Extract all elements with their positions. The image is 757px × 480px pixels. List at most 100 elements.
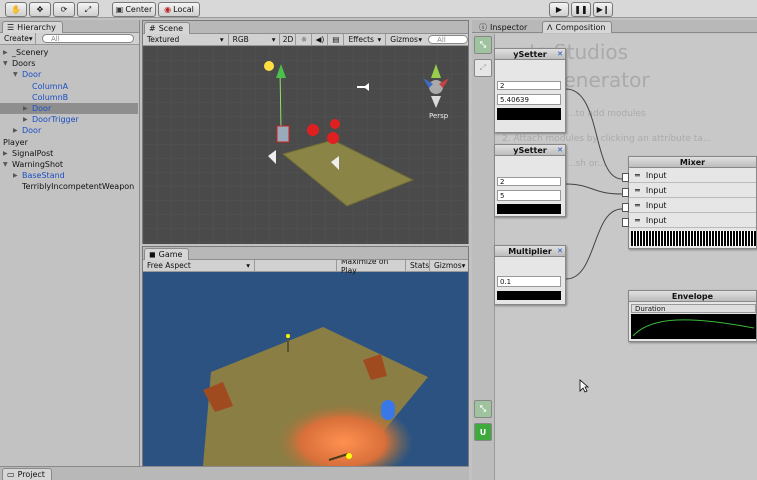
maximize-on-play-toggle[interactable]: Maximize on Play — [336, 257, 406, 275]
game-tabbar: ◼ Game — [143, 247, 468, 260]
duration-field[interactable]: Duration — [631, 304, 756, 313]
hierarchy-item[interactable]: ▶ SignalPost — [0, 148, 138, 159]
aspect-dropdown[interactable]: Free Aspect ▾ — [143, 260, 255, 271]
effects-dropdown[interactable]: Effects ▾ — [344, 34, 387, 45]
handle-icon: ═ — [635, 201, 640, 210]
hierarchy-item[interactable]: ▶ _Scenery — [0, 47, 138, 58]
setter-dropdown-1[interactable]: 2 — [497, 81, 561, 90]
tab-hierarchy[interactable]: ☰ Hierarchy — [2, 21, 63, 33]
scene-gizmos-dropdown[interactable]: Gizmos ▾ — [386, 34, 426, 45]
hierarchy-item[interactable]: Player — [0, 137, 138, 148]
stats-toggle[interactable]: Stats — [406, 260, 430, 271]
hand-tool-button[interactable]: ✋ — [5, 2, 27, 17]
pivot-local-button[interactable]: ◉ Local — [158, 2, 200, 17]
setter-value-field-1[interactable]: 5.40639 — [497, 94, 561, 105]
setter-dropdown-2[interactable]: 2 — [497, 177, 561, 186]
node-title: Mixer — [629, 157, 756, 168]
hierarchy-icon: ☰ — [7, 23, 15, 32]
mode-2d-toggle[interactable]: 2D — [280, 34, 297, 45]
setter-node-2[interactable]: ySetter ✕ 2 5 — [494, 144, 566, 217]
hierarchy-item[interactable]: ▼ WarningShot — [0, 159, 138, 170]
hierarchy-item[interactable]: ▶ Door — [0, 125, 138, 136]
mixer-socket-2[interactable] — [622, 188, 629, 197]
field-label: Duration — [635, 304, 666, 313]
node-close-icon[interactable]: ✕ — [557, 50, 563, 58]
hierarchy-item[interactable]: ▶ Door — [0, 103, 138, 114]
render-mode-dropdown[interactable]: RGB ▾ — [229, 34, 281, 45]
game-panel: ◼ Game Free Aspect ▾ Maximize on Play Stat… — [142, 246, 469, 466]
mixer-input-row[interactable]: ═ Input — [629, 199, 756, 213]
play-button[interactable]: ▶ — [549, 2, 569, 17]
mixer-socket-4[interactable] — [622, 218, 629, 227]
expand-open-icon[interactable]: ▼ — [3, 60, 12, 67]
mixer-input-row[interactable]: ═ Input — [629, 169, 756, 183]
hierarchy-item-label: Door — [22, 70, 42, 80]
waveform-preview — [497, 291, 561, 300]
game-gizmos-dropdown[interactable]: Gizmos ▾ — [430, 260, 468, 271]
hierarchy-item[interactable]: ▶ BaseStand — [0, 170, 138, 181]
audio-toggle[interactable]: ◀) — [312, 34, 329, 45]
door-gizmo — [276, 125, 290, 143]
node-close-icon[interactable]: ✕ — [557, 146, 563, 154]
magnet-button[interactable]: U — [474, 423, 492, 441]
scene-search-input[interactable]: All — [428, 35, 468, 44]
tab-scene[interactable]: # Scene — [144, 22, 191, 34]
hierarchy-search-input[interactable]: All — [42, 34, 134, 43]
expand-open-icon[interactable]: ▼ — [3, 161, 12, 168]
skybox-toggle[interactable]: ▤ — [328, 34, 345, 45]
pause-button[interactable]: ❚❚ — [571, 2, 591, 17]
node-close-icon[interactable]: ✕ — [557, 247, 563, 255]
scene-icon: # — [149, 24, 156, 33]
project-tab-label: Project — [17, 470, 45, 479]
expand-button[interactable]: ⤡ — [474, 400, 492, 418]
mixer-socket-3[interactable] — [622, 203, 629, 212]
step-button[interactable]: ▶❙ — [593, 2, 613, 17]
lighting-toggle[interactable]: ☼ — [296, 34, 313, 45]
mixer-node[interactable]: Mixer ═ Input ═ Input ═ Input ═ Input — [628, 156, 757, 249]
node-title: ySetter — [495, 145, 565, 156]
scale-tool-button[interactable]: ⤢ — [77, 2, 99, 17]
mixer-input-row[interactable]: ═ Input — [629, 214, 756, 228]
mixer-socket-1[interactable] — [622, 173, 629, 182]
tab-inspector[interactable]: ⓘ Inspector — [474, 21, 534, 33]
multiplier-node[interactable]: Multiplier ✕ 0.1 — [494, 245, 566, 305]
pivot-center-button[interactable]: ▣ Center — [112, 2, 156, 17]
hierarchy-item-label: Door — [22, 126, 42, 136]
expand-closed-icon[interactable]: ▶ — [13, 172, 22, 179]
create-dropdown[interactable]: Create ▾ — [0, 33, 36, 44]
mixer-input-row[interactable]: ═ Input — [629, 184, 756, 198]
tab-game[interactable]: ◼ Game — [144, 248, 190, 260]
hierarchy-item[interactable]: ▼ Doors — [0, 58, 138, 69]
hierarchy-item[interactable]: TerriblyIncompetentWeapon — [0, 181, 138, 192]
game-viewport[interactable] — [143, 272, 468, 466]
expand-closed-icon[interactable]: ▶ — [23, 116, 32, 123]
setter-node-1[interactable]: ySetter ✕ 2 5.40639 — [494, 48, 566, 133]
hierarchy-item[interactable]: ▶ DoorTrigger — [0, 114, 138, 125]
hierarchy-item[interactable]: ColumnB — [0, 92, 138, 103]
expand-closed-icon[interactable]: ▶ — [13, 127, 22, 134]
right-tabbar: ⓘ Inspector ᐱ Composition — [472, 20, 757, 33]
tab-composition[interactable]: ᐱ Composition — [542, 21, 613, 33]
hierarchy-item[interactable]: ColumnA — [0, 81, 138, 92]
expand-closed-icon[interactable]: ▶ — [3, 49, 12, 56]
collapse-button[interactable]: ⤡ — [474, 36, 492, 54]
expand-closed-icon[interactable]: ▶ — [3, 150, 12, 157]
multiplier-value-field[interactable]: 0.1 — [497, 276, 561, 287]
signal-post-1 — [287, 338, 289, 352]
shading-dropdown[interactable]: Textured ▾ — [143, 34, 229, 45]
tab-project[interactable]: ▭ Project — [2, 468, 52, 480]
game-toolbar: Free Aspect ▾ Maximize on Play Stats Gizm… — [143, 257, 468, 275]
setter-value-field-2[interactable]: 5 — [497, 190, 561, 201]
add-module-button[interactable]: ⤢ — [474, 59, 492, 77]
rotate-tool-button[interactable]: ⟳ — [53, 2, 75, 17]
expand-open-icon[interactable]: ▼ — [13, 71, 22, 78]
red-gizmo-2 — [327, 132, 339, 144]
move-tool-button[interactable]: ✥ — [29, 2, 51, 17]
scene-grid — [143, 46, 468, 244]
envelope-node[interactable]: Envelope Duration — [628, 290, 757, 342]
expand-closed-icon[interactable]: ▶ — [23, 105, 32, 112]
hierarchy-item[interactable]: ▼ Door — [0, 69, 138, 80]
scene-viewport[interactable]: Persp — [143, 46, 468, 244]
field-value: 5 — [500, 191, 505, 200]
waveform-icon: ᐱ — [547, 23, 553, 32]
